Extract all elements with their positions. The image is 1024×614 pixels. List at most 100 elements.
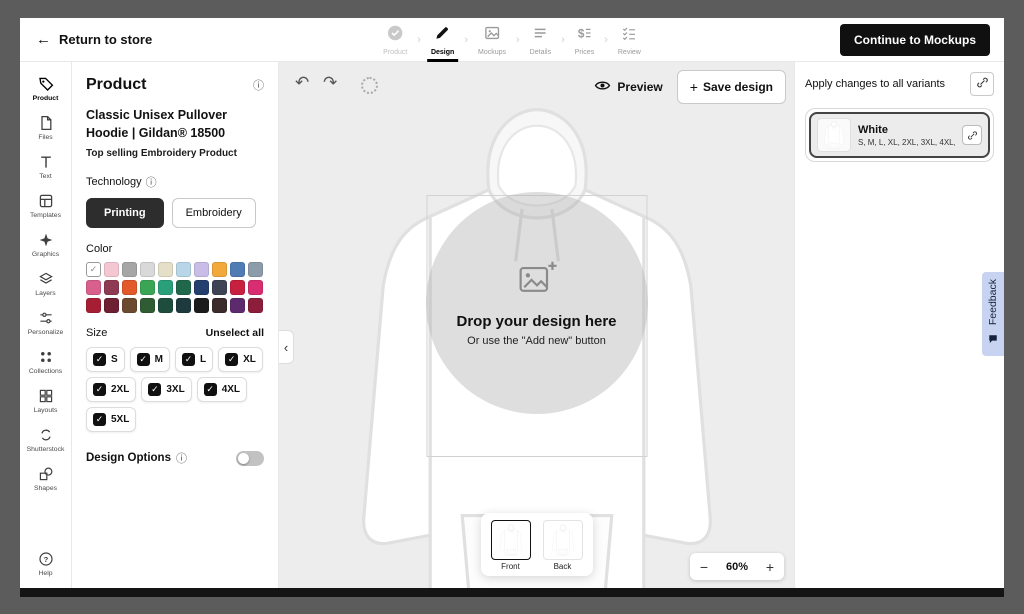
- color-swatch[interactable]: [158, 298, 173, 313]
- step-prices[interactable]: $ Prices: [566, 18, 603, 62]
- sidebar-item-templates[interactable]: Templates: [20, 187, 71, 226]
- color-swatch[interactable]: [194, 298, 209, 313]
- size-checkbox-m[interactable]: M: [130, 347, 170, 372]
- step-design[interactable]: Design: [422, 18, 463, 62]
- front-view[interactable]: Front: [491, 520, 531, 571]
- size-checkbox-s[interactable]: S: [86, 347, 125, 372]
- unselect-all-link[interactable]: Unselect all: [206, 327, 264, 339]
- variant-list: White S, M, L, XL, 2XL, 3XL, 4XL, 5XL: [805, 108, 994, 162]
- sidebar-item-files[interactable]: Files: [20, 109, 71, 148]
- return-to-store-button[interactable]: ← Return to store: [20, 31, 168, 48]
- variant-sizes: S, M, L, XL, 2XL, 3XL, 4XL, 5XL: [858, 138, 955, 147]
- color-swatch[interactable]: [212, 298, 227, 313]
- color-swatch[interactable]: [194, 262, 209, 277]
- color-swatch[interactable]: [212, 262, 227, 277]
- collapse-panel-button[interactable]: ‹: [279, 330, 294, 364]
- sidebar-item-text[interactable]: Text: [20, 148, 71, 187]
- drop-design-zone[interactable]: Drop your design here Or use the "Add ne…: [426, 192, 648, 414]
- app-window: ← Return to store Product › Design › Moc…: [20, 18, 1004, 597]
- step-review[interactable]: Review: [609, 18, 650, 62]
- sidebar-item-collections[interactable]: Collections: [20, 343, 71, 382]
- back-view[interactable]: Back: [543, 520, 583, 571]
- product-name: Classic Unisex Pullover Hoodie | Gildan®…: [86, 107, 264, 142]
- size-checkbox-xl[interactable]: XL: [218, 347, 263, 372]
- design-canvas[interactable]: ↶ ↷ Preview + Save design Drop your desi…: [279, 62, 794, 588]
- color-swatch[interactable]: [212, 280, 227, 295]
- shapes-icon: [38, 466, 54, 482]
- guide-circle-icon[interactable]: [361, 77, 378, 94]
- color-swatch[interactable]: [122, 262, 137, 277]
- size-checkbox-5xl[interactable]: 5XL: [86, 407, 136, 432]
- info-icon[interactable]: [176, 450, 187, 466]
- sidebar-item-help[interactable]: ? Help: [20, 545, 71, 584]
- zoom-out-button[interactable]: −: [690, 553, 718, 580]
- zoom-in-button[interactable]: +: [756, 553, 784, 580]
- sidebar-item-personalize[interactable]: Personalize: [20, 304, 71, 343]
- color-swatch[interactable]: [104, 280, 119, 295]
- back-view-thumbnail[interactable]: [543, 520, 583, 560]
- color-swatch[interactable]: [248, 262, 263, 277]
- sidebar-item-shapes[interactable]: Shapes: [20, 460, 71, 499]
- feedback-tab[interactable]: Feedback: [982, 272, 1004, 356]
- color-swatch[interactable]: [158, 262, 173, 277]
- printing-button[interactable]: Printing: [86, 198, 164, 228]
- color-swatch[interactable]: [176, 280, 191, 295]
- sidebar-item-shutterstock[interactable]: Shutterstock: [20, 421, 71, 460]
- size-chip-group: S M L XL 2XL 3XL 4XL 5XL: [86, 347, 264, 432]
- size-checkbox-2xl[interactable]: 2XL: [86, 377, 136, 402]
- return-to-store-label: Return to store: [59, 32, 152, 47]
- sidebar-item-layouts[interactable]: Layouts: [20, 382, 71, 421]
- design-options-toggle[interactable]: [236, 451, 264, 466]
- front-view-thumbnail[interactable]: [491, 520, 531, 560]
- variant-card-white[interactable]: White S, M, L, XL, 2XL, 3XL, 4XL, 5XL: [809, 112, 990, 158]
- step-details[interactable]: Details: [521, 18, 560, 62]
- sidebar-item-layers[interactable]: Layers: [20, 265, 71, 304]
- color-swatch[interactable]: [122, 280, 137, 295]
- color-swatch[interactable]: [176, 262, 191, 277]
- color-swatch[interactable]: [176, 298, 191, 313]
- step-mockups[interactable]: Mockups: [469, 18, 515, 62]
- step-product[interactable]: Product: [374, 18, 416, 62]
- preview-button[interactable]: Preview: [594, 79, 662, 95]
- size-checkbox-3xl[interactable]: 3XL: [141, 377, 191, 402]
- dollar-list-icon: $: [575, 24, 593, 47]
- sidebar-item-graphics[interactable]: Graphics: [20, 226, 71, 265]
- info-icon[interactable]: [146, 174, 157, 190]
- color-swatch[interactable]: [140, 298, 155, 313]
- color-swatch[interactable]: [194, 280, 209, 295]
- color-swatch[interactable]: [140, 262, 155, 277]
- color-swatch-selected[interactable]: [86, 262, 101, 277]
- size-checkbox-l[interactable]: L: [175, 347, 213, 372]
- color-swatch[interactable]: [86, 280, 101, 295]
- undo-icon[interactable]: ↶: [295, 74, 309, 91]
- save-design-button[interactable]: + Save design: [677, 70, 786, 104]
- variant-link-button[interactable]: [962, 125, 982, 145]
- variant-thumbnail: [817, 118, 851, 152]
- color-swatch[interactable]: [158, 280, 173, 295]
- checkbox-checked-icon: [225, 353, 238, 366]
- sidebar-item-product[interactable]: Product: [20, 70, 71, 109]
- size-checkbox-4xl[interactable]: 4XL: [197, 377, 247, 402]
- drop-title: Drop your design here: [456, 313, 616, 330]
- color-swatch[interactable]: [248, 298, 263, 313]
- color-swatch[interactable]: [230, 280, 245, 295]
- checkbox-checked-icon: [137, 353, 150, 366]
- color-swatch-grid: [86, 262, 264, 313]
- color-swatch[interactable]: [104, 262, 119, 277]
- color-swatch[interactable]: [248, 280, 263, 295]
- color-swatch[interactable]: [104, 298, 119, 313]
- info-icon[interactable]: [253, 77, 264, 93]
- color-swatch[interactable]: [122, 298, 137, 313]
- variant-color-name: White: [858, 124, 955, 136]
- link-all-variants-button[interactable]: [970, 72, 994, 96]
- product-panel: Product Classic Unisex Pullover Hoodie |…: [72, 62, 279, 588]
- embroidery-button[interactable]: Embroidery: [172, 198, 256, 228]
- color-swatch[interactable]: [140, 280, 155, 295]
- color-swatch[interactable]: [86, 298, 101, 313]
- tag-icon: [38, 76, 54, 92]
- color-swatch[interactable]: [230, 262, 245, 277]
- color-swatch[interactable]: [230, 298, 245, 313]
- continue-to-mockups-button[interactable]: Continue to Mockups: [840, 24, 990, 56]
- redo-icon[interactable]: ↷: [323, 74, 337, 91]
- link-icon: [967, 130, 978, 141]
